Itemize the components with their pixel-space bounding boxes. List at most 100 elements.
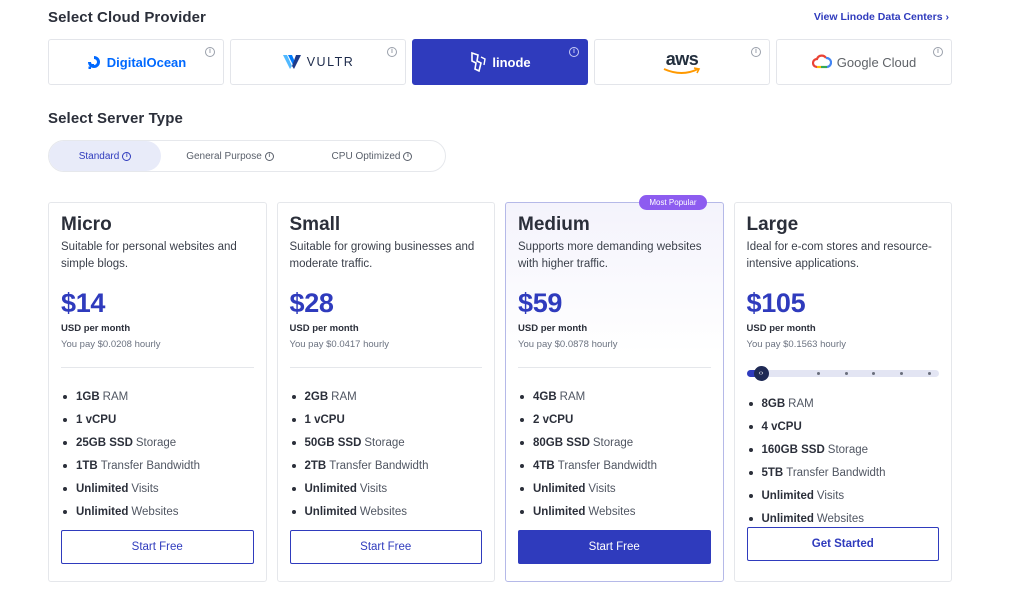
- get-started-button[interactable]: Get Started: [746, 527, 939, 561]
- feature-item: 1 vCPU: [290, 408, 483, 431]
- info-icon[interactable]: i: [205, 47, 215, 57]
- bullet-icon: [520, 440, 524, 445]
- feature-item: 2TB Transfer Bandwidth: [290, 454, 483, 477]
- feature-item: 50GB SSD Storage: [290, 431, 483, 454]
- tab-label: CPU Optimized: [331, 150, 401, 162]
- bullet-icon: [63, 509, 67, 514]
- info-icon[interactable]: i: [933, 47, 943, 57]
- slider-step-dot[interactable]: [844, 372, 848, 375]
- bullet-icon: [748, 470, 753, 475]
- bullet-icon: [520, 509, 524, 514]
- view-data-centers-link[interactable]: View Linode Data Centers ›: [814, 11, 949, 23]
- plan-card-small: Small Suitable for growing businesses an…: [276, 202, 495, 582]
- start-free-button[interactable]: Start Free: [518, 530, 711, 564]
- bullet-icon: [748, 424, 753, 429]
- plan-hourly-price: You pay $0.1563 hourly: [746, 339, 846, 350]
- plan-price-period: USD per month: [746, 323, 816, 334]
- most-popular-badge: Most Popular: [639, 195, 707, 210]
- provider-google-cloud[interactable]: Google Cloud i: [776, 39, 952, 85]
- bullet-icon: [291, 394, 296, 399]
- feature-item: 1GB RAM: [61, 385, 254, 408]
- feature-item: Unlimited Visits: [518, 477, 711, 500]
- bullet-icon: [748, 516, 753, 521]
- feature-item: 160GB SSD Storage: [747, 438, 940, 461]
- feature-item: Unlimited Visits: [61, 477, 254, 500]
- provider-name: linode: [492, 54, 531, 70]
- tab-label: Standard: [78, 150, 120, 162]
- plan-description: Suitable for growing businesses and mode…: [289, 241, 475, 270]
- slider-step-dot[interactable]: [816, 372, 820, 375]
- aws-logo-icon: [663, 67, 701, 74]
- provider-vultr[interactable]: VULTR i: [230, 39, 406, 85]
- feature-item: 4 vCPU: [747, 415, 940, 438]
- feature-item: 8GB RAM: [747, 392, 940, 415]
- slider-step-dot[interactable]: [927, 372, 931, 375]
- plan-price: $105: [746, 288, 806, 318]
- divider: [61, 367, 254, 368]
- plan-size-slider[interactable]: ‹›: [746, 366, 939, 381]
- tab-cpu-optimized[interactable]: CPU Optimized i: [299, 141, 445, 171]
- plan-price-period: USD per month: [61, 323, 131, 334]
- feature-item: Unlimited Websites: [290, 500, 483, 523]
- feature-item: Unlimited Visits: [747, 484, 940, 507]
- bullet-icon: [63, 463, 67, 468]
- bullet-icon: [291, 440, 296, 445]
- provider-digitalocean[interactable]: DigitalOcean i: [48, 39, 224, 85]
- slider-step-dot[interactable]: [899, 372, 903, 375]
- provider-list: DigitalOcean i VULTR i linode i aws i Go…: [48, 39, 952, 85]
- bullet-icon: [63, 486, 67, 491]
- plan-price: $14: [61, 288, 106, 318]
- bullet-icon: [291, 509, 296, 514]
- plan-price-period: USD per month: [289, 323, 359, 334]
- info-icon[interactable]: i: [569, 47, 579, 57]
- info-icon[interactable]: i: [387, 47, 397, 57]
- plan-hourly-price: You pay $0.0208 hourly: [61, 339, 161, 350]
- digitalocean-logo-icon: [87, 56, 100, 69]
- start-free-button[interactable]: Start Free: [61, 530, 254, 564]
- feature-list: 4GB RAM 2 vCPU 80GB SSD Storage 4TB Transfe…: [518, 385, 711, 523]
- slider-handle-icon[interactable]: ‹›: [753, 366, 769, 381]
- bullet-icon: [520, 486, 524, 491]
- server-type-title: Select Server Type: [48, 110, 183, 127]
- cloud-provider-title: Select Cloud Provider: [48, 9, 206, 26]
- slider-step-dot[interactable]: [871, 372, 875, 375]
- feature-list: 8GB RAM 4 vCPU 160GB SSD Storage 5TB Transf…: [747, 392, 940, 530]
- bullet-icon: [520, 394, 524, 399]
- info-icon[interactable]: i: [122, 151, 132, 161]
- plan-hourly-price: You pay $0.0878 hourly: [518, 339, 618, 350]
- plan-list: Micro Suitable for personal websites and…: [48, 195, 952, 582]
- provider-linode[interactable]: linode i: [412, 39, 588, 85]
- info-icon[interactable]: i: [403, 151, 413, 161]
- divider: [518, 367, 711, 368]
- bullet-icon: [291, 417, 296, 422]
- tab-general-purpose[interactable]: General Purpose i: [161, 141, 299, 171]
- info-icon[interactable]: i: [264, 151, 274, 161]
- linode-logo-icon: [471, 51, 487, 73]
- bullet-icon: [63, 440, 67, 445]
- info-icon[interactable]: i: [751, 47, 761, 57]
- bullet-icon: [63, 417, 67, 422]
- plan-price-period: USD per month: [518, 323, 588, 334]
- provider-aws[interactable]: aws i: [594, 39, 770, 85]
- google-cloud-logo-icon: [811, 54, 832, 69]
- bullet-icon: [63, 394, 67, 399]
- feature-item: 2 vCPU: [518, 408, 711, 431]
- plan-price: $59: [518, 288, 563, 318]
- bullet-icon: [520, 417, 524, 422]
- bullet-icon: [291, 486, 296, 491]
- feature-item: 4GB RAM: [518, 385, 711, 408]
- plan-card-large: Large Ideal for e-com stores and resourc…: [733, 202, 952, 582]
- plan-description: Supports more demanding websites with hi…: [518, 241, 702, 270]
- divider: [289, 367, 482, 368]
- feature-item: Unlimited Visits: [290, 477, 483, 500]
- bullet-icon: [520, 463, 524, 468]
- tab-standard[interactable]: Standard i: [49, 141, 161, 171]
- start-free-button[interactable]: Start Free: [289, 530, 482, 564]
- provider-name: Google Cloud: [836, 54, 917, 70]
- provider-name: VULTR: [306, 55, 355, 69]
- plan-description: Suitable for personal websites and simpl…: [61, 241, 237, 270]
- feature-item: 80GB SSD Storage: [518, 431, 711, 454]
- plan-card-medium: Most Popular Medium Supports more demand…: [505, 195, 724, 582]
- bullet-icon: [748, 493, 753, 498]
- feature-item: Unlimited Websites: [518, 500, 711, 523]
